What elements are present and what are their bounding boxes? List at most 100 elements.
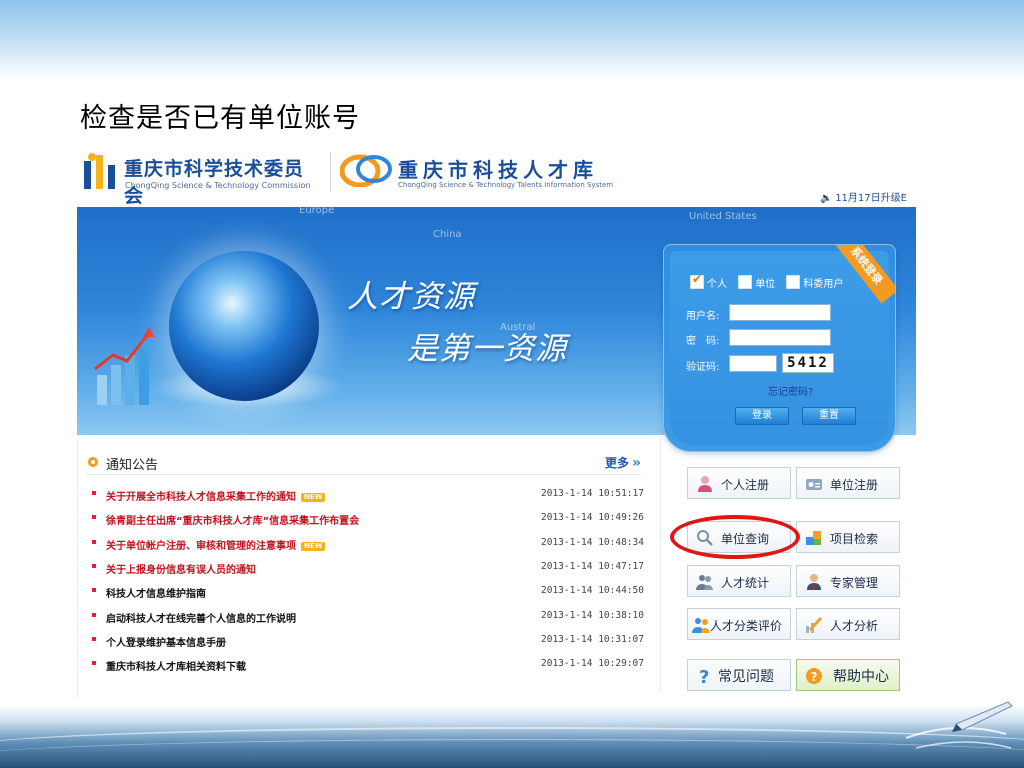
map-label: United States — [689, 211, 757, 222]
role-unit-label: 单位 — [755, 279, 776, 290]
globe-icon — [169, 251, 319, 401]
speaker-icon: 🔈 — [820, 193, 833, 204]
notice-item-date: 2013-1-14 10:49:26 — [541, 512, 644, 524]
pen-icon — [905, 701, 1013, 749]
svg-text:?: ? — [811, 670, 818, 684]
notice-item[interactable]: 关于单位帐户注册、审核和管理的注意事项 NEW 2013-1-14 10:48:34 — [92, 536, 644, 555]
wave-line — [0, 739, 1024, 768]
notice-bullet-icon — [88, 457, 98, 467]
role-commission-label: 科委用户 — [803, 279, 844, 290]
notice-item-title[interactable]: 关于单位帐户注册、审核和管理的注意事项 NEW — [106, 537, 326, 552]
expert-manage-label: 专家管理 — [830, 576, 879, 590]
talent-eval-label: 人才分类评价 — [710, 619, 783, 633]
notice-item-title[interactable]: 科技人才信息维护指南 — [106, 585, 206, 600]
notice-item-title[interactable]: 徐青副主任出席“重庆市科技人才库”信息采集工作布置会 — [106, 512, 359, 527]
banner-slogan-line1: 人才资源 — [347, 279, 475, 315]
commission-name-en: ChongQing Science & Technology Commissio… — [125, 181, 311, 190]
talent-db-logo[interactable]: 重庆市科技人才库 ChongQing Science & Technology … — [340, 149, 614, 195]
map-label: China — [433, 229, 462, 240]
upgrade-notice[interactable]: 🔈 11月17日升级E — [820, 189, 907, 204]
notice-item[interactable]: 启动科技人才在线完善个人信息的工作说明 2013-1-14 10:38:10 — [92, 610, 644, 628]
role-personal-checkbox[interactable] — [690, 272, 704, 289]
notice-item-title[interactable]: 启动科技人才在线完善个人信息的工作说明 — [106, 610, 296, 625]
cubes-icon — [806, 531, 821, 545]
notice-item[interactable]: 重庆市科技人才库相关资料下载 2013-1-14 10:29:07 — [92, 658, 644, 676]
notice-item-title[interactable]: 关于开展全市科技人才信息采集工作的通知 NEW — [106, 488, 326, 503]
notice-item[interactable]: 个人登录维护基本信息手册 2013-1-14 10:31:07 — [92, 634, 644, 652]
notice-item-date: 2013-1-14 10:47:17 — [541, 560, 644, 572]
notice-item-title[interactable]: 关于上报身份信息有误人员的通知 — [106, 561, 256, 576]
double-chevron-right-icon: » — [631, 455, 641, 471]
slide-bottom-wave — [0, 705, 1024, 768]
captcha-input[interactable] — [729, 355, 777, 372]
logo-divider — [330, 152, 331, 192]
role-commission[interactable]: 科委用户 — [786, 275, 844, 290]
unit-register-label: 单位注册 — [830, 478, 879, 492]
notice-item-title[interactable]: 个人登录维护基本信息手册 — [106, 634, 226, 649]
password-input[interactable] — [729, 329, 831, 346]
slide-top-gradient — [0, 0, 1024, 80]
expert-icon — [807, 574, 821, 590]
talent-db-name: 重庆市科技人才库 — [398, 158, 598, 182]
role-personal-label: 个人 — [707, 279, 727, 290]
new-badge: NEW — [301, 493, 326, 502]
project-search-button[interactable]: 项目检索 — [796, 521, 900, 553]
notice-item-date: 2013-1-14 10:48:34 — [541, 536, 644, 548]
captcha-label: 验证码: — [686, 362, 720, 373]
role-selector: 个人 单位 科委用户 — [690, 272, 851, 290]
help-center-button[interactable]: ? 帮助中心 — [796, 659, 900, 691]
role-unit-checkbox[interactable] — [738, 275, 753, 289]
svg-text:?: ? — [699, 667, 709, 685]
forgot-password-link[interactable]: 忘记密码? — [768, 383, 813, 398]
role-unit[interactable]: 单位 — [738, 275, 776, 290]
username-input[interactable] — [729, 304, 831, 321]
notice-item-bullet — [92, 491, 96, 495]
new-badge: NEW — [301, 541, 326, 551]
reset-button[interactable]: 重置 — [802, 407, 856, 425]
people-eval-icon — [692, 618, 710, 633]
expert-manage-button[interactable]: 专家管理 — [796, 565, 900, 597]
personal-register-label: 个人注册 — [721, 478, 770, 492]
slide-title: 检查是否已有单位账号 — [80, 103, 360, 134]
notice-header: 通知公告 更多» — [86, 452, 641, 475]
upgrade-notice-text: 11月17日升级E — [835, 193, 907, 204]
notice-item-bullet — [92, 636, 96, 641]
role-commission-checkbox[interactable] — [786, 275, 801, 289]
help-icon: ? — [806, 668, 822, 684]
content-left-border — [77, 438, 78, 698]
group-icon — [696, 575, 713, 590]
captcha-row: 验证码: — [686, 355, 777, 373]
talent-db-logo-icon — [340, 154, 392, 187]
notice-item-bullet — [92, 661, 96, 666]
talent-stats-label: 人才统计 — [721, 576, 770, 590]
notice-more-link[interactable]: 更多» — [605, 454, 641, 471]
personal-register-button[interactable]: 个人注册 — [687, 467, 791, 499]
talent-stats-button[interactable]: 人才统计 — [687, 565, 791, 597]
talent-analysis-button[interactable]: 人才分析 — [796, 608, 900, 640]
login-panel: 系统登录 个人 单位 科委用户 用户名: 密 码: 验证码: 5412 忘记密码… — [663, 244, 896, 452]
username-label: 用户名: — [686, 311, 720, 322]
notice-item-bullet — [92, 612, 96, 617]
talent-db-name-en: ChongQing Science & Technology Talents I… — [398, 181, 614, 189]
notice-item-title[interactable]: 重庆市科技人才库相关资料下载 — [106, 658, 246, 673]
notice-item[interactable]: 科技人才信息维护指南 2013-1-14 10:44:50 — [92, 585, 644, 603]
notice-item-bullet — [92, 588, 96, 593]
role-personal[interactable]: 个人 — [690, 272, 727, 290]
notice-item[interactable]: 关于上报身份信息有误人员的通知 2013-1-14 10:47:17 — [92, 560, 644, 579]
faq-label: 常见问题 — [718, 669, 774, 685]
unit-register-button[interactable]: 单位注册 — [796, 467, 900, 499]
banner-slogan-line2: 是第一资源 — [407, 331, 567, 367]
commission-logo-icon — [84, 153, 115, 189]
notice-item[interactable]: 关于开展全市科技人才信息采集工作的通知 NEW 2013-1-14 10:51:17 — [92, 488, 644, 506]
faq-button[interactable]: ? 常见问题 — [687, 659, 791, 691]
login-button[interactable]: 登录 — [735, 407, 789, 425]
password-label: 密 码: — [686, 336, 720, 347]
more-label: 更多 — [604, 456, 629, 470]
commission-logo[interactable]: 重庆市科学技术委员会 ChongQing Science & Technolog… — [82, 149, 322, 207]
pencil-chart-icon — [806, 616, 823, 633]
map-label: Europe — [299, 207, 335, 216]
password-row: 密 码: — [686, 329, 831, 347]
talent-eval-button[interactable]: 人才分类评价 — [687, 608, 791, 640]
captcha-image[interactable]: 5412 — [782, 353, 834, 373]
notice-item[interactable]: 徐青副主任出席“重庆市科技人才库”信息采集工作布置会 2013-1-14 10:4… — [92, 512, 644, 530]
